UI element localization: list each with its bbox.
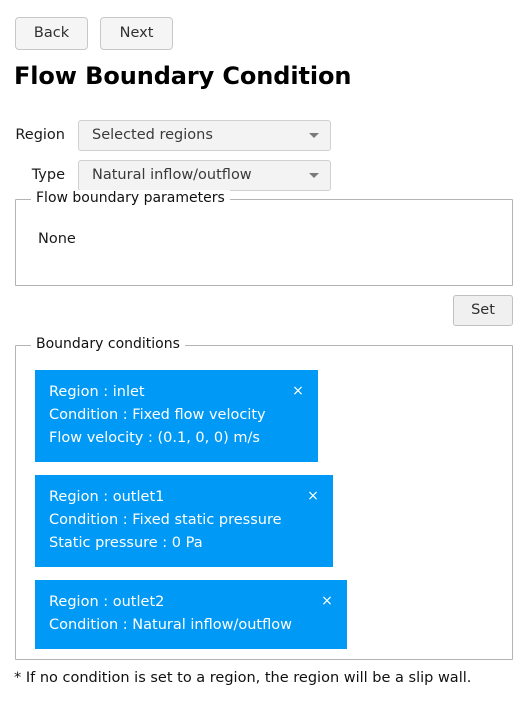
slip-wall-footnote: * If no condition is set to a region, th… bbox=[14, 670, 472, 686]
page-title: Flow Boundary Condition bbox=[14, 62, 352, 90]
type-select[interactable]: Natural inflow/outflow bbox=[78, 159, 331, 191]
boundary-condition-card-line: Region : outlet2 bbox=[49, 594, 165, 610]
boundary-condition-card-line: Static pressure : 0 Pa bbox=[49, 535, 203, 551]
region-label: Region bbox=[15, 127, 65, 143]
region-select-value: Selected regions bbox=[92, 127, 213, 143]
type-label: Type bbox=[31, 167, 65, 183]
region-row: Region Selected regions bbox=[0, 118, 528, 152]
boundary-condition-card-line: Condition : Fixed static pressure bbox=[49, 512, 282, 528]
boundary-condition-card-line: Region : inlet bbox=[49, 384, 145, 400]
boundary-condition-card-line: Region : outlet1 bbox=[49, 489, 165, 505]
back-button[interactable]: Back bbox=[15, 17, 88, 50]
boundary-condition-card[interactable]: Region : outlet1 Condition : Fixed static… bbox=[35, 475, 333, 567]
close-icon[interactable]: × bbox=[291, 381, 305, 401]
boundary-condition-card[interactable]: Region : inlet Condition : Fixed flow vel… bbox=[35, 370, 318, 462]
flow-boundary-parameters-content: None bbox=[38, 231, 76, 247]
flow-boundary-parameters-title: Flow boundary parameters bbox=[31, 190, 230, 206]
type-select-value: Natural inflow/outflow bbox=[92, 167, 252, 183]
region-select[interactable]: Selected regions bbox=[78, 119, 331, 151]
next-button[interactable]: Next bbox=[100, 17, 173, 50]
close-icon[interactable]: × bbox=[306, 486, 320, 506]
chevron-down-icon bbox=[309, 172, 319, 178]
boundary-condition-form: Region Selected regions Type Natural inf… bbox=[0, 118, 528, 198]
close-icon[interactable]: × bbox=[320, 591, 334, 611]
type-row: Type Natural inflow/outflow bbox=[0, 158, 528, 192]
set-button[interactable]: Set bbox=[453, 295, 513, 326]
wizard-nav: Back Next bbox=[15, 17, 173, 50]
boundary-condition-card-line: Condition : Fixed flow velocity bbox=[49, 407, 266, 423]
flow-boundary-parameters-group: Flow boundary parameters None bbox=[15, 190, 513, 286]
boundary-condition-card-line: Condition : Natural inflow/outflow bbox=[49, 617, 292, 633]
chevron-down-icon bbox=[309, 132, 319, 138]
boundary-conditions-title: Boundary conditions bbox=[31, 336, 185, 352]
boundary-condition-card-line: Flow velocity : (0.1, 0, 0) m/s bbox=[49, 430, 260, 446]
boundary-condition-card[interactable]: Region : outlet2 Condition : Natural infl… bbox=[35, 580, 347, 649]
boundary-condition-card-list: Region : inlet Condition : Fixed flow vel… bbox=[35, 370, 347, 662]
